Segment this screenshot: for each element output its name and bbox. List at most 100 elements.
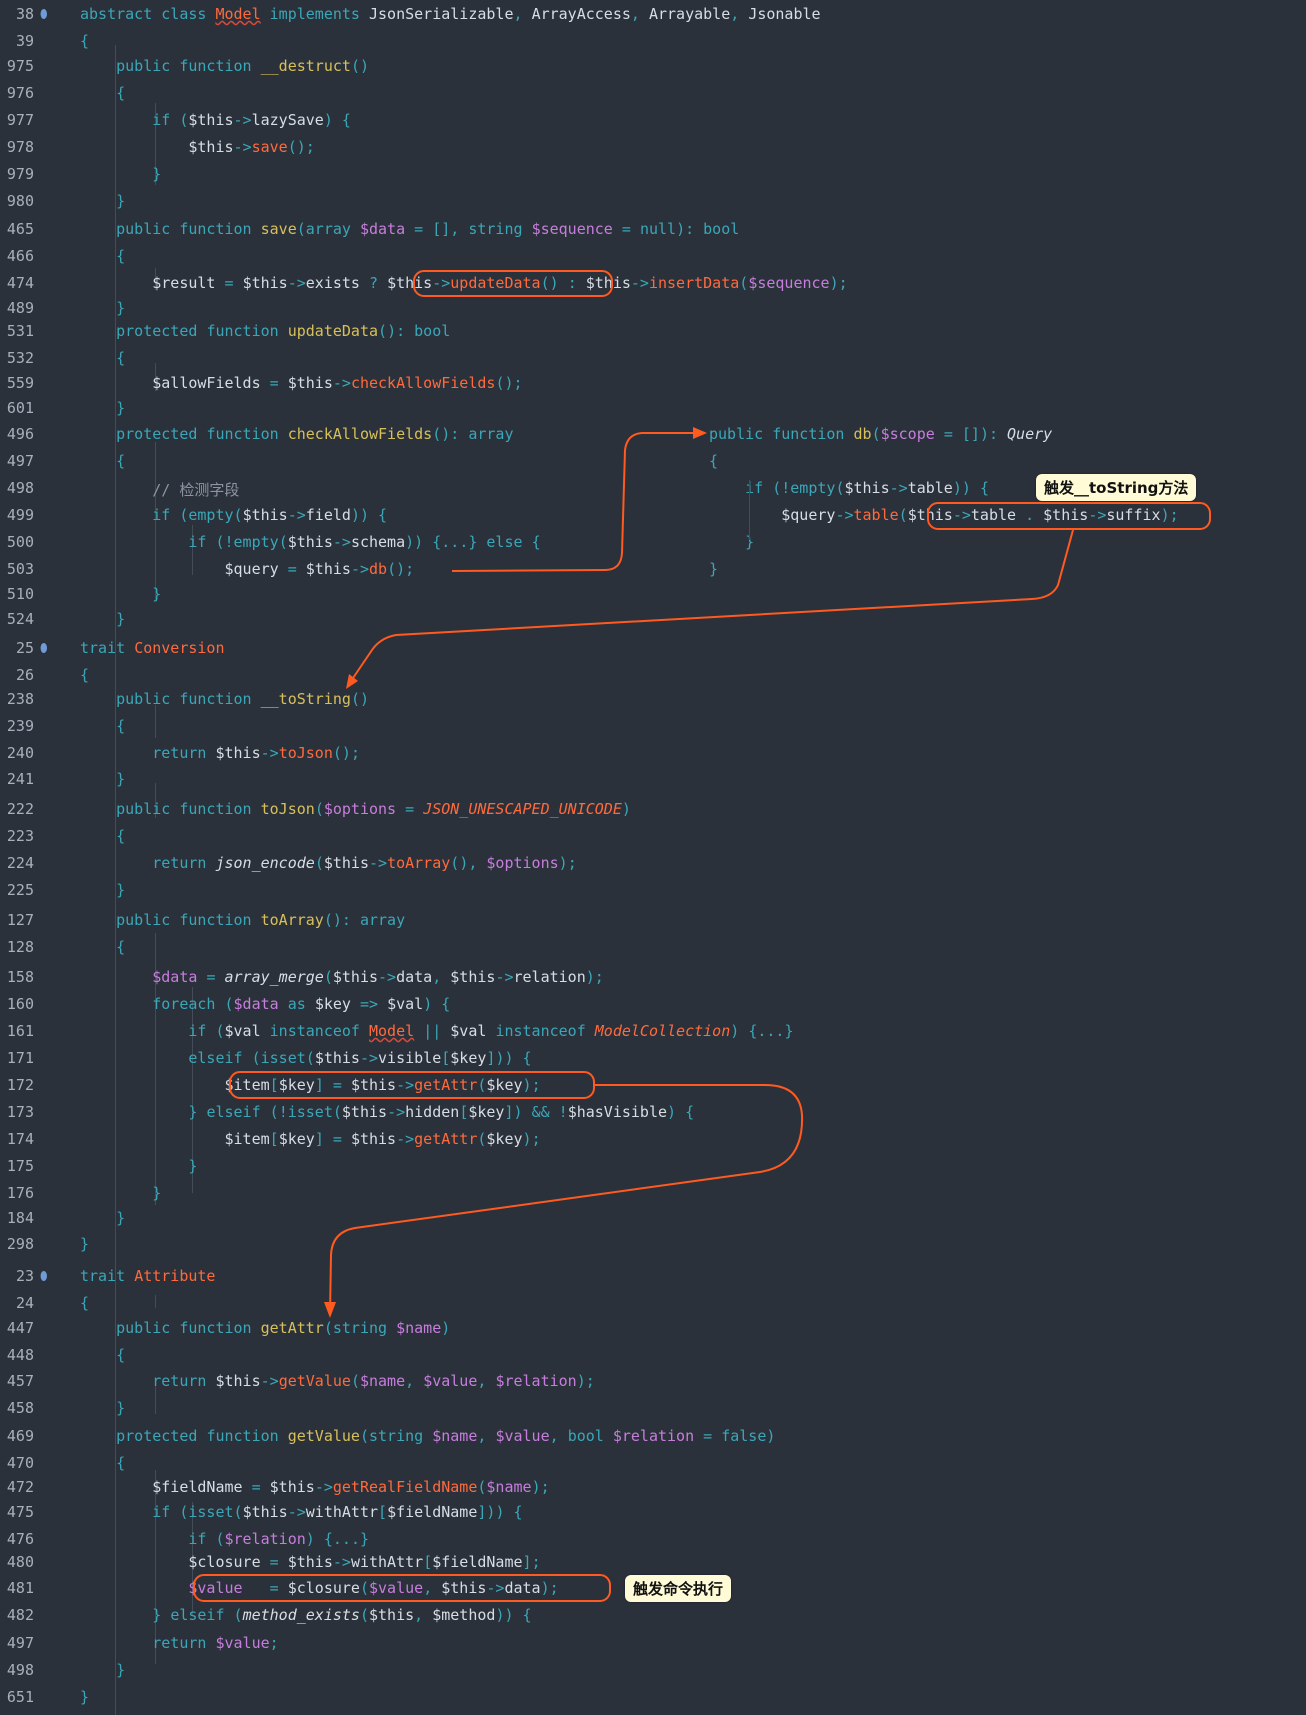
line-number: 978 xyxy=(6,138,34,156)
code-line[interactable]: protected function checkAllowFields(): a… xyxy=(80,425,513,443)
code-line[interactable]: // 检测字段 xyxy=(80,479,239,500)
code-line[interactable]: } elseif (!isset($this->hidden[$key]) &&… xyxy=(80,1103,694,1121)
code-line[interactable]: } xyxy=(80,770,125,788)
line-number: 173 xyxy=(6,1103,34,1121)
code-line[interactable]: } xyxy=(80,881,125,899)
code-line[interactable]: protected function updateData(): bool xyxy=(80,322,450,340)
db-method-line[interactable]: public function db($scope = []): Query xyxy=(709,425,1052,443)
code-line[interactable]: if ($this->lazySave) { xyxy=(80,111,351,129)
code-line[interactable]: public function __destruct() xyxy=(80,57,369,75)
code-line[interactable]: { xyxy=(80,1294,89,1312)
gutter-override-icon[interactable]: ⬮ xyxy=(40,1269,48,1284)
code-line[interactable]: trait Conversion xyxy=(80,639,225,657)
code-line[interactable]: return $value; xyxy=(80,1634,278,1652)
code-line[interactable]: return $this->toJson(); xyxy=(80,744,360,762)
code-line[interactable]: foreach ($data as $key => $val) { xyxy=(80,995,450,1013)
code-line[interactable]: public function getAttr(string $name) xyxy=(80,1319,450,1337)
code-line[interactable]: { xyxy=(80,717,125,735)
code-line[interactable]: protected function getValue(string $name… xyxy=(80,1427,775,1445)
line-number: 489 xyxy=(6,299,34,317)
code-line[interactable]: if (!empty($this->schema)) {...} else { xyxy=(80,533,540,551)
code-line[interactable]: } xyxy=(80,585,161,603)
code-line[interactable]: trait Attribute xyxy=(80,1267,215,1285)
code-line[interactable]: { xyxy=(80,452,125,470)
code-line[interactable]: if ($relation) {...} xyxy=(80,1530,369,1548)
code-line[interactable]: $allowFields = $this->checkAllowFields()… xyxy=(80,374,522,392)
code-line[interactable]: if ($val instanceof Model || $val instan… xyxy=(80,1022,793,1040)
line-number: 225 xyxy=(6,881,34,899)
code-editor[interactable]: 38 ⬮ abstract class Model implements JsonS… xyxy=(0,0,1306,1715)
code-line[interactable]: } xyxy=(80,165,161,183)
code-line[interactable]: public function toJson($options = JSON_U… xyxy=(80,800,631,818)
code-line[interactable]: public function toArray(): array xyxy=(80,911,405,929)
line-number: 531 xyxy=(6,322,34,340)
code-line[interactable]: { xyxy=(80,247,125,265)
code-line[interactable]: { xyxy=(80,1346,125,1364)
code-line[interactable]: $result = $this->exists ? $this->updateD… xyxy=(80,274,847,292)
code-line[interactable]: $query = $this->db(); xyxy=(80,560,415,578)
code-line[interactable]: } xyxy=(80,610,125,628)
db-method-line[interactable]: $query->table($this->table . $this->suff… xyxy=(709,506,1178,524)
code-line[interactable]: return json_encode($this->toArray(), $op… xyxy=(80,854,576,872)
code-line[interactable]: return $this->getValue($name, $value, $r… xyxy=(80,1372,595,1390)
code-line[interactable]: $fieldName = $this->getRealFieldName($na… xyxy=(80,1478,549,1496)
code-line[interactable]: } xyxy=(80,192,125,210)
line-number: 559 xyxy=(6,374,34,392)
code-line[interactable]: if (empty($this->field)) { xyxy=(80,506,387,524)
gutter-override-icon[interactable]: ⬮ xyxy=(40,7,48,22)
line-number: 499 xyxy=(6,506,34,524)
line-number: 500 xyxy=(6,533,34,551)
code-line[interactable]: } xyxy=(80,299,125,317)
code-line[interactable]: { xyxy=(80,827,125,845)
db-method-line[interactable]: } xyxy=(709,560,718,578)
code-line[interactable]: } xyxy=(80,1157,197,1175)
code-line[interactable]: elseif (isset($this->visible[$key])) { xyxy=(80,1049,531,1067)
line-number: 651 xyxy=(6,1688,34,1706)
db-method-line[interactable]: { xyxy=(709,452,718,470)
line-number: 128 xyxy=(6,938,34,956)
line-number: 26 xyxy=(15,666,34,684)
code-line[interactable]: $item[$key] = $this->getAttr($key); xyxy=(80,1130,541,1148)
db-method-line[interactable]: } xyxy=(709,533,754,551)
code-line[interactable]: } xyxy=(80,1688,89,1706)
code-line[interactable]: { xyxy=(80,938,125,956)
indent-guide xyxy=(155,705,156,738)
code-line[interactable]: $closure = $this->withAttr[$fieldName]; xyxy=(80,1553,540,1571)
line-number: 497 xyxy=(6,452,34,470)
code-line[interactable]: abstract class Model implements JsonSeri… xyxy=(80,5,821,23)
code-line[interactable]: } xyxy=(80,1209,125,1227)
code-line[interactable]: { xyxy=(80,32,89,50)
line-number: 448 xyxy=(6,1346,34,1364)
line-number: 498 xyxy=(6,479,34,497)
gutter-override-icon[interactable]: ⬮ xyxy=(40,641,48,656)
db-method-line[interactable]: if (!empty($this->table)) { xyxy=(709,479,989,497)
line-number: 532 xyxy=(6,349,34,367)
code-line[interactable]: } xyxy=(80,1235,89,1253)
code-line[interactable]: } elseif (method_exists($this, $method))… xyxy=(80,1606,531,1624)
code-line[interactable]: $item[$key] = $this->getAttr($key); xyxy=(80,1076,541,1094)
indent-guide xyxy=(749,480,750,540)
code-line[interactable]: } xyxy=(80,1661,125,1679)
line-number: 481 xyxy=(6,1579,34,1597)
line-number: 160 xyxy=(6,995,34,1013)
code-line[interactable]: public function save(array $data = [], s… xyxy=(80,220,739,238)
code-line[interactable]: } xyxy=(80,399,125,417)
code-line[interactable]: $this->save(); xyxy=(80,138,314,156)
line-number: 977 xyxy=(6,111,34,129)
line-number: 474 xyxy=(6,274,34,292)
line-number: 23 xyxy=(15,1267,34,1285)
code-line[interactable]: { xyxy=(80,349,125,367)
code-line[interactable]: { xyxy=(80,1454,125,1472)
code-line[interactable]: if (isset($this->withAttr[$fieldName])) … xyxy=(80,1503,522,1521)
code-line[interactable]: $data = array_merge($this->data, $this->… xyxy=(80,968,604,986)
code-line[interactable]: { xyxy=(80,84,125,102)
code-line[interactable]: { xyxy=(80,666,89,684)
code-line[interactable]: } xyxy=(80,1184,161,1202)
line-number: 980 xyxy=(6,192,34,210)
line-number: 476 xyxy=(6,1530,34,1548)
code-line[interactable]: public function __toString() xyxy=(80,690,369,708)
line-number: 496 xyxy=(6,425,34,443)
code-line[interactable]: $value = $closure($value, $this->data); xyxy=(80,1579,558,1597)
line-number: 184 xyxy=(6,1209,34,1227)
code-line[interactable]: } xyxy=(80,1399,125,1417)
